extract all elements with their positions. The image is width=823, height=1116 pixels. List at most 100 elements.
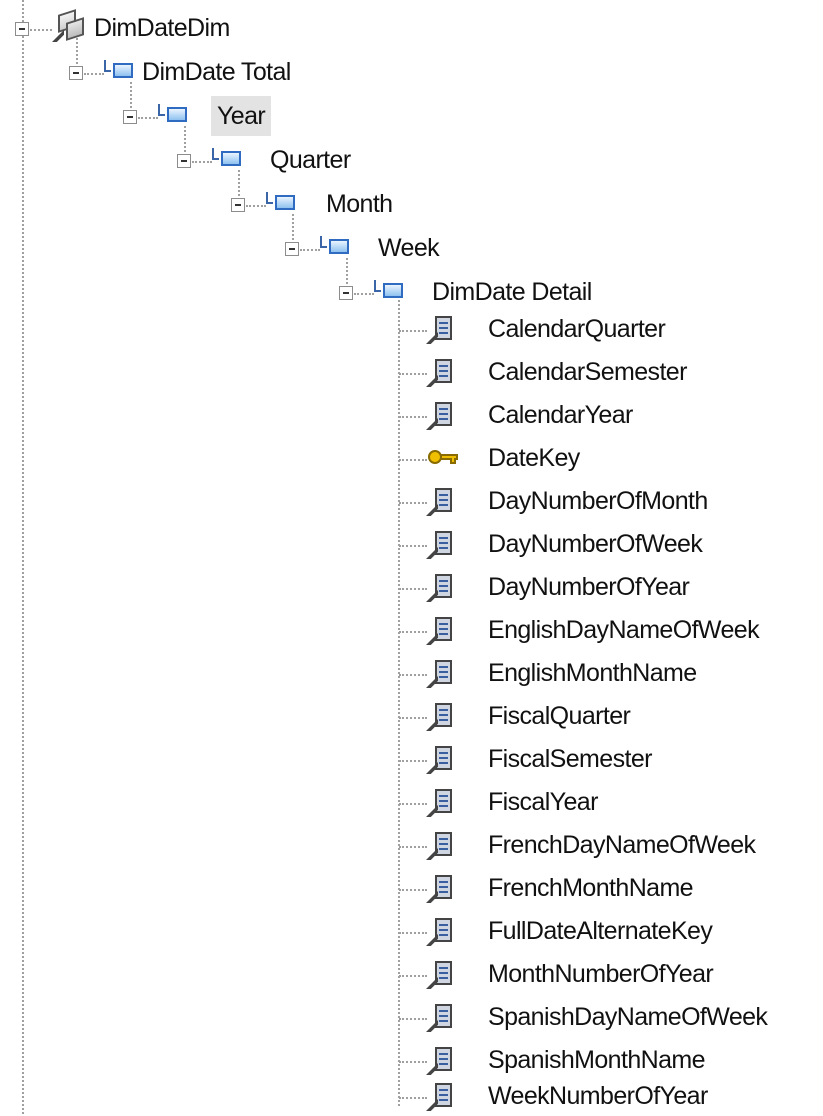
attribute-icon: [426, 358, 456, 388]
tree-node-label: CalendarSemester: [488, 358, 687, 386]
attribute-icon: [426, 1003, 456, 1033]
attribute-icon: [426, 874, 456, 904]
attribute-icon: [426, 659, 456, 689]
dimension-icon: [52, 8, 88, 44]
tree-node-label: EnglishDayNameOfWeek: [488, 616, 760, 644]
tree-node-label: DayNumberOfWeek: [488, 530, 703, 558]
tree-node-label: DayNumberOfYear: [488, 573, 690, 601]
tree-connector: [30, 29, 52, 31]
tree-node-label: FiscalQuarter: [488, 702, 631, 730]
tree-node-label: WeekNumberOfYear: [488, 1082, 708, 1110]
tree-node-attribute[interactable]: CalendarYear: [0, 395, 823, 435]
tree-node-attribute[interactable]: DayNumberOfMonth: [0, 481, 823, 521]
tree-node-level[interactable]: Month: [0, 184, 460, 224]
tree-node-attribute[interactable]: FrenchMonthName: [0, 868, 823, 908]
tree-node-attribute[interactable]: FullDateAlternateKey: [0, 911, 823, 951]
tree-node-attribute[interactable]: FiscalYear: [0, 782, 823, 822]
tree-node-label: Month: [326, 190, 393, 218]
tree-connector: [246, 205, 266, 207]
tree-node-attribute[interactable]: FiscalSemester: [0, 739, 823, 779]
collapse-toggle[interactable]: [15, 22, 29, 36]
attribute-icon: [426, 315, 456, 345]
attribute-icon: [426, 745, 456, 775]
tree-connector: [192, 161, 212, 163]
collapse-toggle[interactable]: [123, 110, 137, 124]
level-icon: [158, 102, 190, 128]
tree-node-attribute[interactable]: DateKey: [0, 438, 823, 478]
tree-node-level[interactable]: DimDate Total: [0, 52, 420, 92]
hierarchy-tree: DimDateDim DimDate Total Year Quarter Mo…: [0, 0, 823, 1114]
tree-connector: [399, 330, 427, 332]
collapse-toggle[interactable]: [231, 198, 245, 212]
tree-node-attribute[interactable]: CalendarSemester: [0, 352, 823, 392]
level-icon: [266, 190, 298, 216]
collapse-toggle[interactable]: [69, 66, 83, 80]
tree-node-label: EnglishMonthName: [488, 659, 697, 687]
level-icon: [212, 146, 244, 172]
attribute-icon: [426, 917, 456, 947]
tree-node-label: FullDateAlternateKey: [488, 917, 713, 945]
tree-connector: [399, 588, 427, 590]
tree-node-label: FiscalSemester: [488, 745, 652, 773]
key-icon: [426, 444, 460, 474]
tree-connector: [399, 545, 427, 547]
tree-connector: [399, 803, 427, 805]
tree-connector: [399, 846, 427, 848]
attribute-icon: [426, 1082, 456, 1112]
tree-connector: [399, 717, 427, 719]
tree-node-attribute[interactable]: DayNumberOfWeek: [0, 524, 823, 564]
tree-node-label: Year: [211, 96, 272, 136]
tree-node-label: DimDate Detail: [432, 278, 592, 306]
tree-node-attribute[interactable]: FiscalQuarter: [0, 696, 823, 736]
tree-node-label: Quarter: [270, 146, 351, 174]
tree-node-attribute[interactable]: MonthNumberOfYear: [0, 954, 823, 994]
tree-node-label: DimDateDim: [94, 14, 230, 42]
tree-node-level[interactable]: DimDate Detail: [0, 272, 660, 312]
tree-connector: [399, 459, 427, 461]
tree-node-level[interactable]: Year: [0, 96, 420, 136]
tree-node-attribute[interactable]: FrenchDayNameOfWeek: [0, 825, 823, 865]
tree-node-label: SpanishMonthName: [488, 1046, 706, 1074]
tree-connector: [399, 1061, 427, 1063]
tree-node-attribute[interactable]: SpanishMonthName: [0, 1040, 823, 1080]
attribute-icon: [426, 831, 456, 861]
tree-node-attribute[interactable]: CalendarQuarter: [0, 309, 823, 349]
tree-node-label: CalendarQuarter: [488, 315, 666, 343]
tree-connector: [399, 1018, 427, 1020]
tree-connector: [399, 760, 427, 762]
tree-node-label: SpanishDayNameOfWeek: [488, 1003, 768, 1031]
tree-node-attribute[interactable]: EnglishDayNameOfWeek: [0, 610, 823, 650]
tree-node-level[interactable]: Week: [0, 228, 500, 268]
attribute-icon: [426, 487, 456, 517]
tree-node-level[interactable]: Quarter: [0, 140, 420, 180]
tree-node-label: MonthNumberOfYear: [488, 960, 714, 988]
collapse-toggle[interactable]: [285, 242, 299, 256]
collapse-toggle[interactable]: [177, 154, 191, 168]
tree-node-attribute[interactable]: WeekNumberOfYear: [0, 1076, 823, 1116]
tree-connector: [399, 373, 427, 375]
tree-node-attribute[interactable]: DayNumberOfYear: [0, 567, 823, 607]
attribute-icon: [426, 960, 456, 990]
level-icon: [104, 58, 136, 84]
attribute-icon: [426, 401, 456, 431]
tree-node-label: DateKey: [488, 444, 580, 472]
tree-node-attribute[interactable]: SpanishDayNameOfWeek: [0, 997, 823, 1037]
tree-connector: [399, 889, 427, 891]
attribute-icon: [426, 788, 456, 818]
tree-node-label: DimDate Total: [142, 58, 291, 86]
attribute-icon: [426, 702, 456, 732]
attribute-icon: [426, 530, 456, 560]
tree-connector: [300, 249, 320, 251]
tree-connector: [399, 975, 427, 977]
attribute-icon: [426, 616, 456, 646]
tree-connector: [399, 416, 427, 418]
tree-node-root[interactable]: DimDateDim: [0, 8, 300, 48]
tree-connector: [354, 293, 374, 295]
tree-node-label: FiscalYear: [488, 788, 598, 816]
tree-node-attribute[interactable]: EnglishMonthName: [0, 653, 823, 693]
tree-node-label: CalendarYear: [488, 401, 633, 429]
tree-connector: [399, 502, 427, 504]
tree-node-label: DayNumberOfMonth: [488, 487, 708, 515]
collapse-toggle[interactable]: [339, 286, 353, 300]
tree-node-label: Week: [378, 234, 440, 262]
